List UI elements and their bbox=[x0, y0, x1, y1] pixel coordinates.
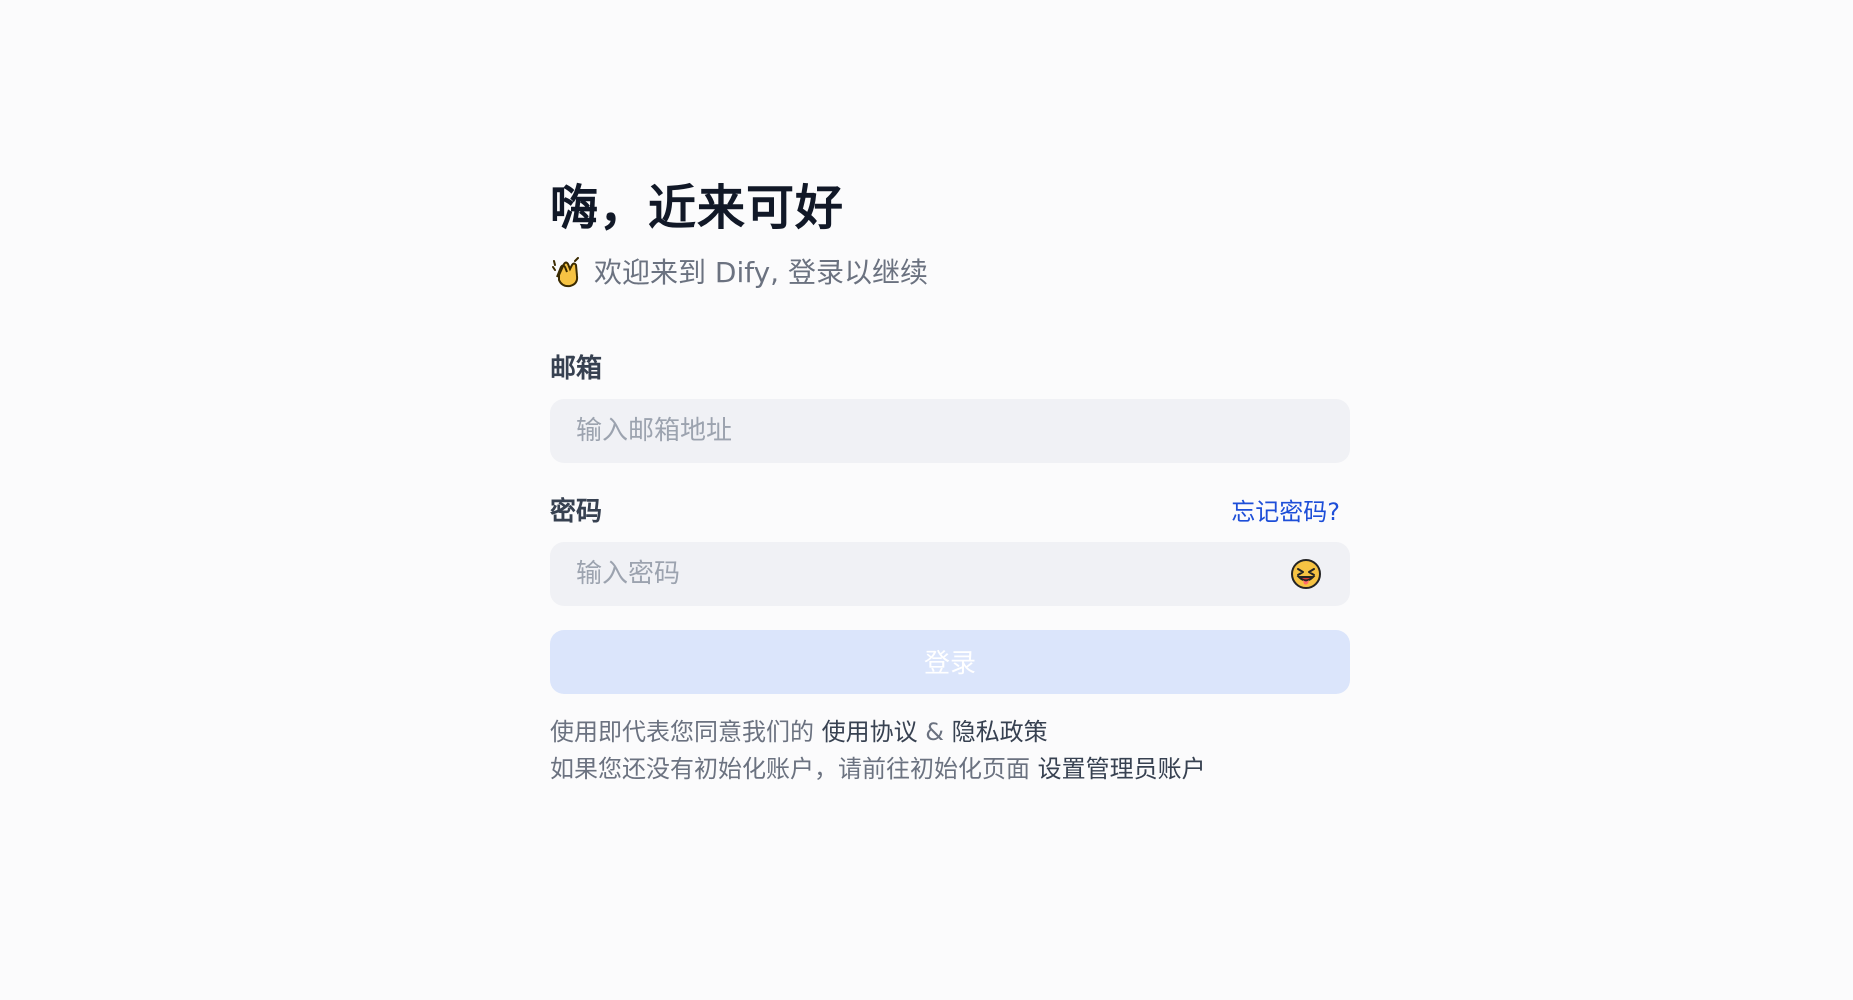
login-card: 嗨，近来可好 欢迎来到 Dify, 登录以继续 邮箱 密码 忘记密码? bbox=[550, 180, 1350, 788]
terms-separator: & bbox=[925, 717, 944, 746]
login-page: 嗨，近来可好 欢迎来到 Dify, 登录以继续 邮箱 密码 忘记密码? bbox=[0, 0, 1853, 1000]
terms-prefix: 使用即代表您同意我们的 bbox=[550, 717, 814, 746]
password-label: 密码 bbox=[550, 496, 603, 527]
laughing-face-icon bbox=[1290, 558, 1322, 593]
subtitle-text: 欢迎来到 Dify, 登录以继续 bbox=[594, 255, 928, 289]
legal-and-setup-note: 使用即代表您同意我们的 使用协议 & 隐私政策 如果您还没有初始化账户，请前往初… bbox=[550, 714, 1350, 788]
privacy-policy-link[interactable]: 隐私政策 bbox=[952, 718, 1048, 746]
terms-link[interactable]: 使用协议 bbox=[822, 718, 918, 746]
login-button[interactable]: 登录 bbox=[550, 629, 1350, 694]
email-input-wrapper bbox=[550, 398, 1350, 463]
initialization-line: 如果您还没有初始化账户，请前往初始化页面 设置管理员账户 bbox=[550, 751, 1350, 788]
email-input[interactable] bbox=[550, 398, 1350, 463]
email-label: 邮箱 bbox=[550, 353, 603, 384]
email-section: 邮箱 bbox=[550, 348, 1350, 463]
page-title: 嗨，近来可好 bbox=[550, 180, 845, 236]
initialization-prefix: 如果您还没有初始化账户，请前往初始化页面 bbox=[550, 754, 1030, 783]
welcome-message: 欢迎来到 Dify, 登录以继续 bbox=[550, 256, 1350, 290]
password-input-wrapper bbox=[550, 541, 1350, 606]
password-label-row: 密码 忘记密码? bbox=[550, 491, 1350, 528]
terms-line: 使用即代表您同意我们的 使用协议 & 隐私政策 bbox=[550, 714, 1350, 751]
password-input[interactable] bbox=[550, 541, 1350, 606]
setup-admin-account-link[interactable]: 设置管理员账户 bbox=[1038, 755, 1206, 783]
password-section: 密码 忘记密码? bbox=[550, 491, 1350, 606]
forgot-password-link[interactable]: 忘记密码? bbox=[1231, 492, 1340, 527]
clapping-hands-icon bbox=[550, 256, 584, 290]
password-visibility-toggle-button[interactable] bbox=[1290, 558, 1322, 590]
